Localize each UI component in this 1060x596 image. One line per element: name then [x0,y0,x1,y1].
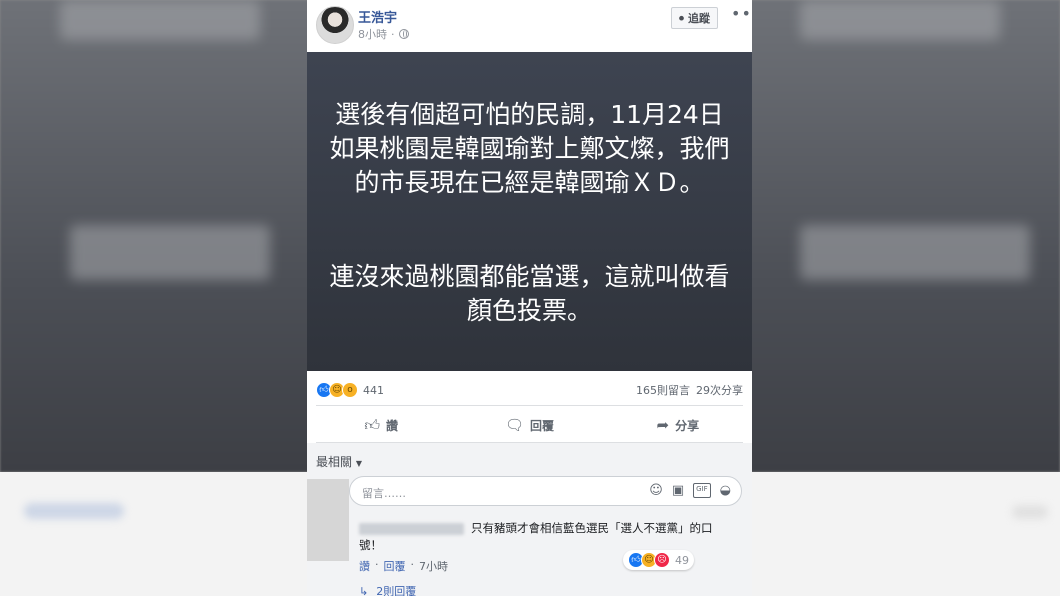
comment-reactions[interactable]: 👍︎ ☺ ☹ 49 [623,550,694,570]
post-header: 王浩宇 8小時 · ⦁ 追蹤 ••• [307,0,752,52]
separator-dot: · [391,27,395,41]
separator-dot: · [375,558,379,571]
post-meta: 8小時 · [358,26,409,42]
share-arrow-icon: ➦ [656,416,670,434]
angry-reaction-icon: ☹ [654,552,670,568]
author-name[interactable]: 王浩宇 [358,7,397,26]
reaction-summary[interactable]: 👍︎ ☺ o 441 [316,382,384,398]
separator-dot: · [410,558,415,571]
view-replies-link[interactable]: ↳ 2則回覆 [359,583,416,596]
comment-placeholder: 留言…… [362,487,406,500]
comments-section: 最相關 ▼ 留言…… ☺ ▣ GIF ◒ 只有豬頭才會相信藍色選民「選人不選黨」… [307,443,752,596]
comment-text: 只有豬頭才會相信藍色選民「選人不選黨」的口號！ [359,521,713,552]
follow-button[interactable]: ⦁ 追蹤 [671,7,718,29]
blurred-text-block [70,225,270,280]
like-button[interactable]: 👍︎ 讚 [307,408,455,442]
sort-label: 最相關 [316,455,353,469]
sticker-icon[interactable]: ◒ [720,483,731,498]
post-content: 選後有個超可怕的民調，11月24日如果桃園是韓國瑜對上鄭文燦，我們的市長現在已經… [307,52,752,371]
like-label: 讚 [386,418,399,433]
comment-like-link[interactable]: 讚 [359,558,370,574]
comment-label: 回覆 [530,418,555,433]
comment-reply-link[interactable]: 回覆 [384,558,406,574]
comment-time[interactable]: 7小時 [419,558,448,574]
sort-dropdown[interactable]: 最相關 ▼ [316,453,362,470]
rss-icon: ⦁ [679,12,684,24]
speech-bubble-icon: 🗨︎ [504,416,524,434]
divider [316,405,743,406]
comment-input[interactable]: 留言…… ☺ ▣ GIF ◒ [349,476,742,506]
wow-reaction-icon: o [342,382,358,398]
comment-button[interactable]: 🗨︎ 回覆 [455,408,603,442]
author-avatar[interactable] [316,6,354,44]
post-time[interactable]: 8小時 [358,26,387,42]
emoji-icon[interactable]: ☺ [649,483,663,498]
blurred-stat [1012,505,1048,519]
follow-label: 追蹤 [688,12,710,25]
globe-icon [398,29,409,39]
blurred-text-block [60,0,260,40]
post-paragraph: 連沒來過桃園都能當選，這就叫做看顏色投票。 [329,262,730,325]
more-options-icon[interactable]: ••• [731,4,752,23]
view-replies-label: 2則回覆 [376,585,417,596]
reply-arrow-icon: ↳ [359,584,369,596]
post-card: 王浩宇 8小時 · ⦁ 追蹤 ••• 選後有個超可怕的民調，11月24日如果桃園… [307,0,752,596]
share-label: 分享 [675,418,700,433]
post-paragraph: 選後有個超可怕的民調，11月24日如果桃園是韓國瑜對上鄭文燦，我們的市長現在已經… [329,100,730,197]
comment-meta: 讚 · 回覆 · 7小時 [359,558,448,574]
stats-right: 165則留言 29次分享 [636,382,743,398]
thumbs-up-icon: 👍︎ [364,415,380,434]
blurred-text-block [800,0,1000,40]
share-count[interactable]: 29次分享 [696,382,743,398]
camera-icon[interactable]: ▣ [672,483,684,498]
caret-down-icon: ▼ [355,459,362,468]
share-button[interactable]: ➦ 分享 [604,408,752,442]
post-stats: 👍︎ ☺ o 441 165則留言 29次分享 [307,371,752,407]
comment-input-icons: ☺ ▣ GIF ◒ [649,483,731,498]
commenter-avatar [307,479,349,561]
comment-count[interactable]: 165則留言 [636,382,690,398]
blurred-text-block [800,225,1030,280]
gif-icon[interactable]: GIF [693,483,711,498]
action-bar: 👍︎ 讚 🗨︎ 回覆 ➦ 分享 [307,408,752,442]
comment-reaction-count: 49 [675,553,689,567]
blurred-reactions [24,503,124,519]
reaction-count: 441 [363,383,384,397]
